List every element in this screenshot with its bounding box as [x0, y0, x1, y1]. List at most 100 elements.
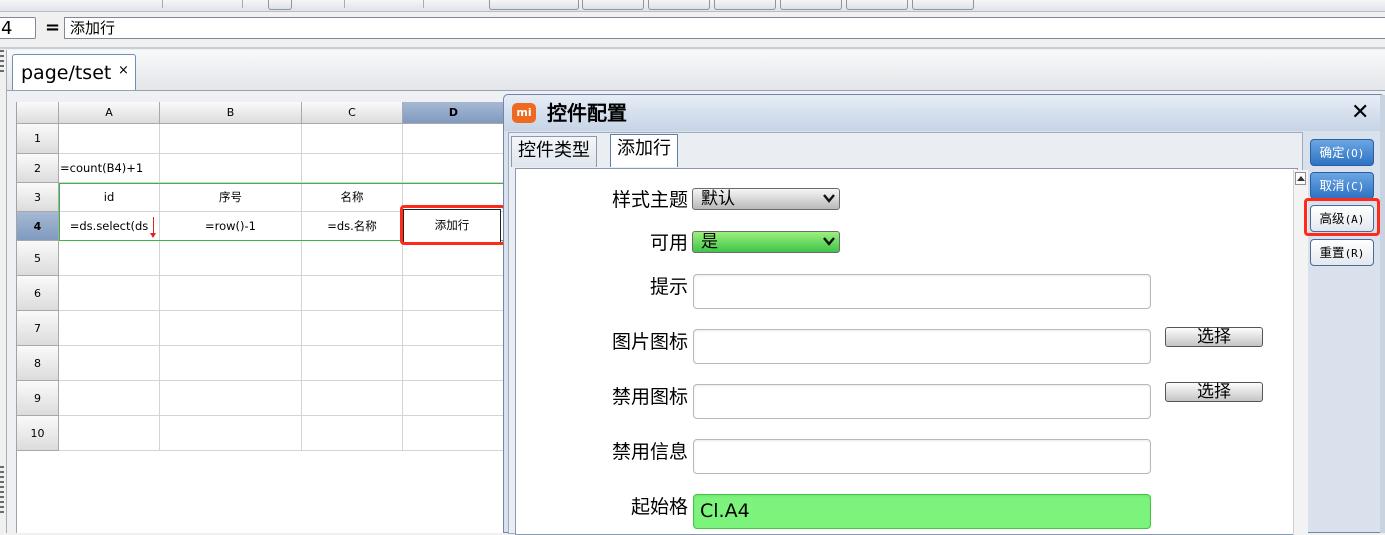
image-icon-select-button[interactable]: 选择	[1165, 327, 1263, 347]
cell-c2[interactable]	[302, 154, 403, 183]
cell-b3[interactable]: 序号	[160, 183, 302, 212]
cell-b2[interactable]	[160, 154, 302, 183]
cell-b5[interactable]	[160, 241, 302, 276]
cell-c9[interactable]	[302, 381, 403, 416]
cell-c4[interactable]: =ds.名称	[302, 212, 403, 241]
style-theme-label: 样式主题	[611, 189, 688, 211]
cell-d5[interactable]	[403, 241, 505, 276]
cell-a1[interactable]	[59, 124, 160, 154]
start-cell-input[interactable]: Cl.A4	[693, 494, 1151, 529]
close-tab-icon[interactable]: ×	[118, 63, 129, 79]
column-header-c[interactable]: C	[302, 102, 403, 124]
cell-a3[interactable]: id	[59, 183, 160, 212]
disabled-icon-label: 禁用图标	[611, 386, 688, 408]
cancel-button-key: (C)	[1344, 180, 1365, 193]
cell-b10[interactable]	[160, 416, 302, 451]
cell-b8[interactable]	[160, 346, 302, 381]
disabled-icon-input[interactable]	[693, 384, 1151, 419]
splitter-grip[interactable]	[0, 50, 4, 72]
reset-button[interactable]: 重置(R)	[1310, 239, 1374, 266]
toolbar-button[interactable]	[582, 0, 644, 10]
toolbar-separator	[423, 0, 424, 8]
row-header-1[interactable]: 1	[17, 124, 59, 154]
cell-c6[interactable]	[302, 276, 403, 311]
cell-d4-add-row-button[interactable]: 添加行	[403, 209, 501, 243]
cell-d10[interactable]	[403, 416, 505, 451]
cell-c7[interactable]	[302, 311, 403, 346]
cancel-button[interactable]: 取消(C)	[1310, 172, 1374, 199]
advanced-button-label: 高级	[1319, 211, 1345, 226]
column-header-b[interactable]: B	[160, 102, 302, 124]
close-icon[interactable]: ✕	[1351, 100, 1369, 126]
document-tab[interactable]: page/tset ×	[12, 54, 136, 90]
advanced-button[interactable]: 高级(A)	[1310, 205, 1374, 232]
row-header-7[interactable]: 7	[17, 311, 59, 346]
enabled-select[interactable]: 是	[692, 231, 840, 253]
row-header-2[interactable]: 2	[17, 154, 59, 183]
cell-c8[interactable]	[302, 346, 403, 381]
column-header-d[interactable]: D	[403, 102, 505, 124]
image-icon-input[interactable]	[693, 329, 1151, 364]
row-header-3[interactable]: 3	[17, 183, 59, 212]
toolbar-button[interactable]	[714, 0, 776, 10]
toolbar-button[interactable]	[846, 0, 908, 10]
formula-input[interactable]: 添加行	[64, 17, 1385, 39]
toolbar-button[interactable]	[648, 0, 710, 10]
formula-bar: 4 = 添加行	[0, 12, 1385, 46]
toolbar-button[interactable]	[268, 0, 292, 10]
cell-b9[interactable]	[160, 381, 302, 416]
tab-add-row[interactable]: 添加行	[610, 134, 678, 167]
grid-corner[interactable]	[17, 102, 59, 124]
dialog-title-bar[interactable]: mi 控件配置 ✕	[504, 95, 1384, 131]
column-header-a[interactable]: A	[59, 102, 160, 124]
panel-scrollbar[interactable]	[1293, 170, 1308, 535]
cell-d1[interactable]	[403, 124, 505, 154]
cell-a8[interactable]	[59, 346, 160, 381]
disabled-icon-select-button[interactable]: 选择	[1165, 382, 1263, 402]
row-header-4[interactable]: 4	[17, 212, 59, 241]
cell-a2[interactable]: =count(B4)+1	[59, 154, 160, 183]
cell-a5[interactable]	[59, 241, 160, 276]
cell-d6[interactable]	[403, 276, 505, 311]
cell-b4[interactable]: =row()-1	[160, 212, 302, 241]
hint-input[interactable]	[693, 274, 1151, 309]
cell-reference-box[interactable]: 4	[0, 17, 36, 39]
window-edge	[1380, 95, 1385, 533]
row-header-8[interactable]: 8	[17, 346, 59, 381]
row-header-6[interactable]: 6	[17, 276, 59, 311]
cell-c10[interactable]	[302, 416, 403, 451]
cell-b6[interactable]	[160, 276, 302, 311]
cell-d3[interactable]	[403, 183, 505, 212]
row-header-5[interactable]: 5	[17, 241, 59, 276]
enabled-label: 可用	[649, 232, 688, 254]
cell-c1[interactable]	[302, 124, 403, 154]
row-header-9[interactable]: 9	[17, 381, 59, 416]
cell-d9[interactable]	[403, 381, 505, 416]
ok-button[interactable]: 确定(O)	[1310, 139, 1374, 166]
cell-a9[interactable]	[59, 381, 160, 416]
advanced-button-key: (A)	[1344, 213, 1365, 226]
tab-control-type[interactable]: 控件类型	[511, 136, 597, 167]
style-theme-select[interactable]: 默认	[692, 188, 840, 210]
row-header-10[interactable]: 10	[17, 416, 59, 451]
cell-a4[interactable]: =ds.select(ds	[59, 212, 160, 241]
scroll-up-icon[interactable]	[1295, 172, 1306, 185]
cell-d8[interactable]	[403, 346, 505, 381]
cell-a10[interactable]	[59, 416, 160, 451]
disabled-info-input[interactable]	[693, 439, 1151, 474]
cell-a6[interactable]	[59, 276, 160, 311]
toolbar-button[interactable]	[912, 0, 974, 10]
toolbar-button[interactable]	[780, 0, 842, 10]
cell-c5[interactable]	[302, 241, 403, 276]
toolbar-button[interactable]	[489, 0, 579, 10]
divider	[0, 47, 1385, 49]
cell-b7[interactable]	[160, 311, 302, 346]
cell-d2[interactable]	[403, 154, 505, 183]
toolbar-strip	[0, 0, 1385, 12]
ok-button-key: (O)	[1344, 147, 1365, 160]
cell-c3[interactable]: 名称	[302, 183, 403, 212]
splitter-grip[interactable]	[0, 466, 4, 516]
cell-b1[interactable]	[160, 124, 302, 154]
cell-a7[interactable]	[59, 311, 160, 346]
cell-d7[interactable]	[403, 311, 505, 346]
